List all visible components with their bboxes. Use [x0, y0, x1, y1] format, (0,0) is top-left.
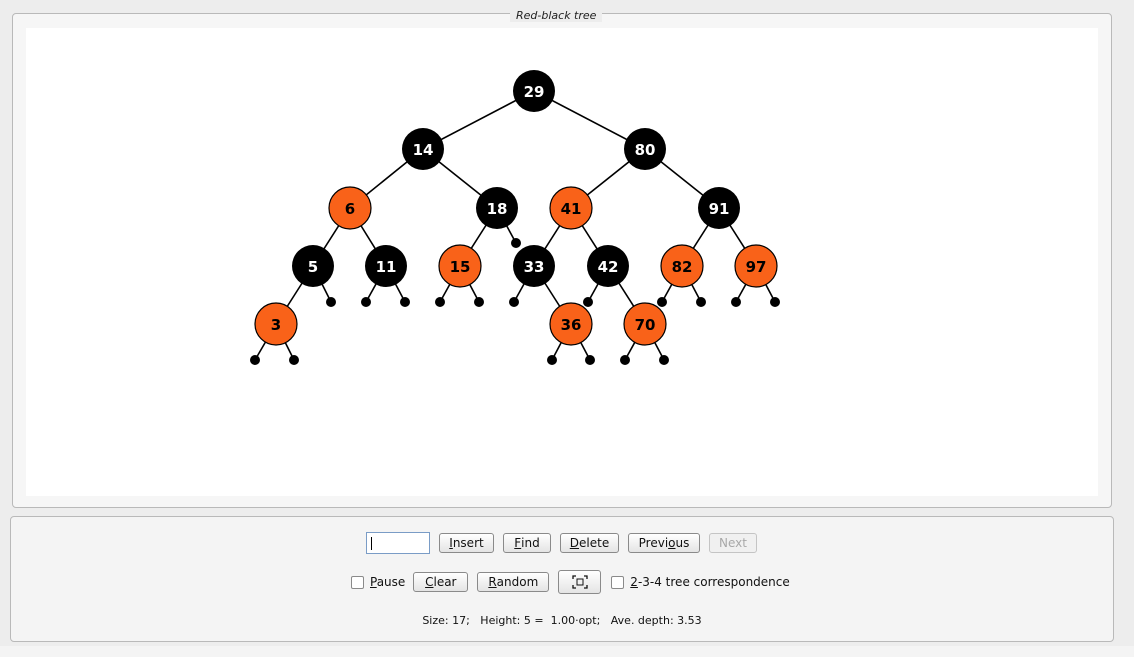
find-label-mnemonic: F: [514, 536, 522, 550]
nil-leaf: [659, 355, 669, 365]
tree-node-5: 5: [292, 245, 334, 287]
pause-label[interactable]: Pause: [370, 575, 405, 589]
nil-leaf: [509, 297, 519, 307]
nil-leaf: [361, 297, 371, 307]
node-key-label: 18: [487, 200, 508, 218]
tree-node-70: 70: [623, 302, 667, 346]
node-key-label: 6: [345, 200, 355, 218]
delete-label-mnemonic: D: [569, 536, 580, 550]
nil-leaf: [435, 297, 445, 307]
nil-leaf: [547, 355, 557, 365]
previous-label-pre: Previ: [638, 536, 669, 550]
nil-leaf: [326, 297, 336, 307]
nil-leaf: [657, 297, 667, 307]
tree-node-91: 91: [698, 187, 740, 229]
tree-node-36: 36: [549, 302, 593, 346]
node-key-label: 29: [524, 83, 545, 101]
tree-node-82: 82: [660, 244, 704, 288]
tree-node-11: 11: [365, 245, 407, 287]
nil-leaf: [511, 238, 521, 248]
previous-label-post: us: [675, 536, 690, 550]
random-label-mnemonic: R: [488, 575, 497, 589]
node-key-label: 11: [376, 258, 397, 276]
node-key-label: 14: [413, 141, 434, 159]
pause-label-mnemonic: P: [370, 575, 377, 589]
previous-label-mnemonic: o: [668, 536, 676, 550]
node-key-label: 41: [561, 200, 582, 218]
node-key-label: 70: [635, 316, 656, 334]
panel-title: Red-black tree: [510, 9, 603, 22]
nil-leaf: [585, 355, 595, 365]
tree-node-42: 42: [587, 245, 629, 287]
next-button[interactable]: Next: [709, 533, 757, 553]
tree234-label-post: -3-4 tree correspondence: [637, 575, 790, 589]
tree-node-97: 97: [734, 244, 778, 288]
nil-leaf: [770, 297, 780, 307]
bottom-strip: [0, 646, 1134, 657]
insert-button[interactable]: Insert: [439, 533, 494, 553]
node-key-label: 97: [746, 258, 767, 276]
tree-node-3: 3: [254, 302, 298, 346]
insert-label-post: nsert: [452, 536, 484, 550]
nil-leaf: [474, 297, 484, 307]
tree-node-14: 14: [402, 128, 444, 170]
status-text: Size: 17; Height: 5 = 1.00·opt; Ave. dep…: [422, 614, 702, 627]
tree-svg: 29 14 80 6 18 41 91 5 11 15 33 42 82 97 3 36 70: [250, 70, 780, 365]
nil-leaf: [400, 297, 410, 307]
tree-canvas: 29 14 80 6 18 41 91 5 11 15 33 42 82 97 3 36 70: [26, 28, 1098, 496]
node-key-label: 33: [524, 258, 545, 276]
fit-to-screen-icon: [572, 575, 588, 589]
node-key-label: 15: [450, 258, 471, 276]
clear-label-mnemonic: C: [425, 575, 434, 589]
tree-node-18: 18: [476, 187, 518, 229]
tree-node-80: 80: [624, 128, 666, 170]
nil-leaf: [250, 355, 260, 365]
node-key-label: 5: [308, 258, 318, 276]
nil-leaf: [696, 297, 706, 307]
key-input[interactable]: [366, 532, 430, 554]
tree234-label-mnemonic: 2: [630, 575, 638, 589]
nil-leaf: [583, 297, 593, 307]
tree-node-6: 6: [328, 186, 372, 230]
node-key-label: 3: [271, 316, 281, 334]
tree234-checkbox[interactable]: [611, 575, 625, 589]
tree234-label[interactable]: 2-3-4 tree correspondence: [630, 575, 789, 589]
node-key-label: 91: [709, 200, 730, 218]
nil-leaf: [731, 297, 741, 307]
random-button[interactable]: Random: [477, 572, 550, 592]
controls-panel: Insert Find Delete Previ o us Next Pause C…: [10, 516, 1114, 642]
find-label-post: ind: [521, 536, 540, 550]
delete-button[interactable]: Delete: [560, 533, 619, 553]
fit-to-screen-button[interactable]: [558, 570, 602, 594]
node-key-label: 80: [635, 141, 656, 159]
nil-leaf: [289, 355, 299, 365]
nil-leaf: [620, 355, 630, 365]
tree-node-41: 41: [549, 186, 593, 230]
clear-label-post: lear: [433, 575, 457, 589]
clear-button[interactable]: Clear: [413, 572, 469, 592]
pause-checkbox[interactable]: [351, 575, 364, 589]
node-key-label: 42: [598, 258, 619, 276]
tree-node-33: 33: [513, 245, 555, 287]
tree-node-29: 29: [513, 70, 555, 112]
node-key-label: 82: [672, 258, 693, 276]
previous-button[interactable]: Previ o us: [628, 533, 700, 553]
tree-node-15: 15: [438, 244, 482, 288]
delete-label-post: elete: [579, 536, 610, 550]
node-key-label: 36: [561, 316, 582, 334]
text-caret: [371, 537, 372, 550]
random-label-post: andom: [496, 575, 539, 589]
pause-label-post: ause: [376, 575, 406, 589]
find-button[interactable]: Find: [503, 533, 551, 553]
